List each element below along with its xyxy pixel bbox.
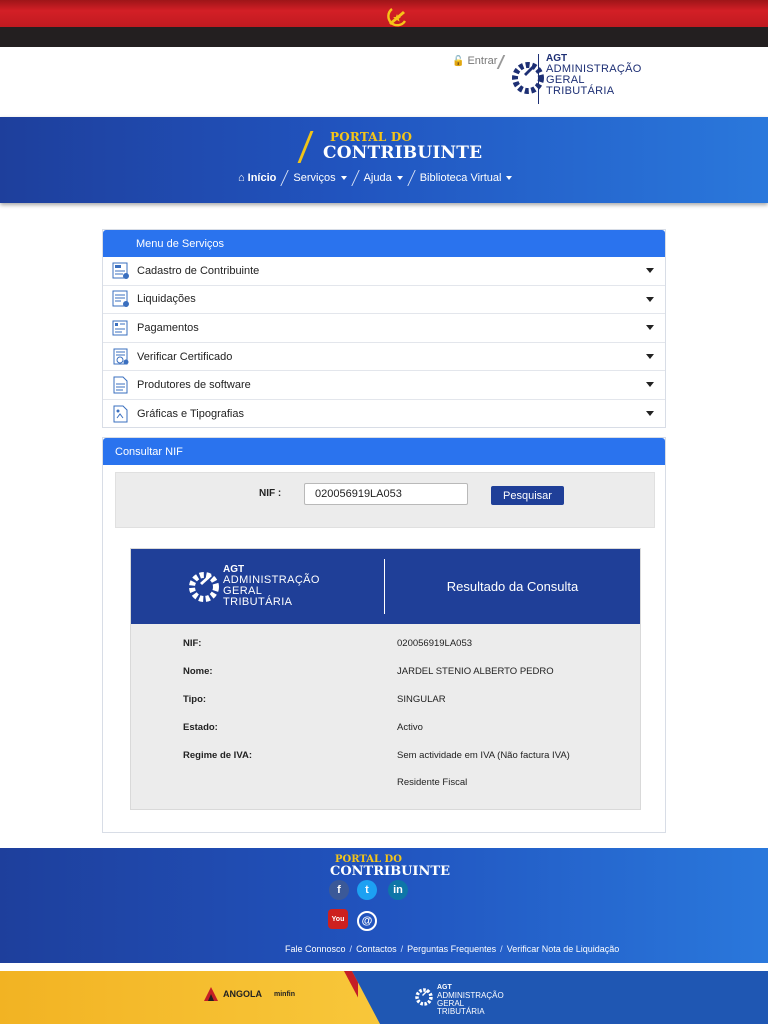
twitter-icon[interactable]: t (357, 880, 377, 900)
menu-item-label: Verificar Certificado (137, 350, 233, 363)
menu-item-label: Gráficas e Tipografias (137, 408, 244, 421)
result-key: Regime de IVA: (183, 750, 252, 761)
menu-item-verificar-certificado[interactable]: Verificar Certificado (103, 343, 665, 372)
menu-item-produtores-software[interactable]: Produtores de software (103, 371, 665, 400)
agt-logo-text: AGT ADMINISTRAÇÃO GERAL TRIBUTÁRIA (546, 53, 642, 97)
bottom-agt-text: AGT ADMINISTRAÇÃO GERAL TRIBUTÁRIA (437, 984, 504, 1016)
flag-banner (0, 0, 768, 47)
menu-item-label: Liquidações (137, 293, 196, 306)
nif-search-box: NIF : Pesquisar (115, 472, 655, 528)
nav-biblioteca-label: Biblioteca Virtual (419, 172, 502, 184)
portal-contribuinte-title: CONTRIBUINTE (323, 143, 483, 163)
result-header: AGT ADMINISTRAÇÃO GERAL TRIBUTÁRIA Resul… (131, 549, 640, 624)
agt-line3: TRIBUTÁRIA (546, 85, 615, 97)
nav-ajuda-label: Ajuda (363, 172, 392, 184)
agt-gear-logo-icon (415, 988, 433, 1006)
chevron-down-icon (646, 353, 654, 359)
result-key: NIF: (183, 638, 202, 649)
angola-label: ANGOLA (223, 989, 262, 999)
bottom-yellow-band (0, 971, 380, 1024)
chevron-down-icon (646, 382, 654, 388)
chevron-down-icon (646, 296, 654, 302)
portal-do-title: PORTAL DO (330, 130, 413, 144)
logo-divider (538, 54, 539, 104)
footer-links: Fale Connosco / Contactos / Perguntas Fr… (285, 944, 619, 954)
search-button[interactable]: Pesquisar (491, 486, 564, 505)
facebook-icon[interactable]: f (329, 880, 349, 900)
angola-emblem-icon (387, 8, 407, 27)
result-value: Sem actividade em IVA (Não factura IVA) (397, 750, 570, 761)
youtube-icon[interactable]: You (328, 909, 348, 929)
nav-servicos[interactable]: Serviços (287, 170, 352, 186)
chevron-down-icon (646, 410, 654, 416)
nav-servicos-label: Serviços (293, 172, 336, 184)
footer-link-perguntas[interactable]: Perguntas Frequentes (407, 944, 496, 954)
payment-icon (112, 320, 128, 336)
main-nav: ⌂ Início Serviços Ajuda Biblioteca Virtu… (232, 170, 518, 186)
agt-gear-logo-icon (512, 62, 544, 94)
result-value: 020056919LA053 (397, 638, 473, 649)
menu-item-label: Cadastro de Contribuinte (137, 264, 260, 277)
result-card: AGT ADMINISTRAÇÃO GERAL TRIBUTÁRIA Resul… (130, 548, 641, 810)
agt-gear-logo-icon (189, 572, 219, 602)
result-value: SINGULAR (397, 694, 446, 705)
web-icon[interactable]: @ (357, 911, 377, 931)
caret-down-icon (340, 176, 347, 180)
result-agt-text: AGT ADMINISTRAÇÃO GERAL TRIBUTÁRIA (223, 564, 320, 608)
governo-angola-logo: ANGOLA (203, 987, 262, 1001)
nav-ajuda[interactable]: Ajuda (358, 170, 409, 186)
login-label: Entrar (467, 55, 498, 67)
result-key: Nome: (183, 666, 213, 677)
nif-input[interactable] (304, 483, 468, 505)
services-menu-title: Menu de Serviços (103, 230, 665, 257)
menu-item-label: Pagamentos (137, 321, 199, 334)
nav-inicio[interactable]: ⌂ Início (232, 170, 282, 186)
result-key: Estado: (183, 722, 218, 733)
consultar-nif-panel: Consultar NIF NIF : Pesquisar AGT ADMINI… (102, 437, 666, 833)
nav-biblioteca[interactable]: Biblioteca Virtual (414, 170, 519, 186)
registry-icon (112, 262, 129, 279)
chevron-down-icon (646, 268, 654, 273)
unlock-icon: 🔓 (452, 55, 465, 67)
nif-label: NIF : (259, 488, 282, 499)
services-menu-panel: Menu de Serviços Cadastro de Contribuint… (102, 229, 666, 428)
print-icon (113, 405, 128, 423)
footer-link-separator: / (400, 944, 404, 954)
certificate-icon (113, 348, 129, 365)
footer-link-verificar-nota[interactable]: Verificar Nota de Liquidação (507, 944, 620, 954)
footer-link-separator: / (349, 944, 353, 954)
agt-line3: TRIBUTÁRIA (223, 596, 293, 608)
consultar-nif-title: Consultar NIF (103, 438, 665, 465)
result-value: Residente Fiscal (397, 777, 468, 788)
result-value: Activo (397, 722, 423, 733)
result-key: Tipo: (183, 694, 207, 705)
caret-down-icon (506, 176, 513, 180)
angola-a-icon (204, 987, 218, 1001)
agt-line3: TRIBUTÁRIA (437, 1007, 485, 1016)
menu-item-pagamentos[interactable]: Pagamentos (103, 314, 665, 343)
minfin-logo: minfin (274, 991, 295, 998)
caret-down-icon (396, 176, 403, 180)
home-icon: ⌂ (238, 172, 245, 184)
footer-link-fale-connosco[interactable]: Fale Connosco (285, 944, 346, 954)
nav-inicio-label: Início (247, 172, 277, 184)
menu-item-label: Produtores de software (137, 379, 251, 392)
login-link[interactable]: 🔓 Entrar (452, 55, 497, 67)
footer-link-separator: / (500, 944, 503, 954)
menu-item-graficas[interactable]: Gráficas e Tipografias (103, 400, 665, 429)
linkedin-icon[interactable]: in (388, 880, 408, 900)
menu-item-liquidacoes[interactable]: Liquidações (103, 286, 665, 315)
chevron-down-icon (646, 325, 654, 331)
footer-link-contactos[interactable]: Contactos (356, 944, 397, 954)
software-icon (113, 376, 128, 394)
footer-contribuinte: CONTRIBUINTE (330, 864, 450, 879)
result-title: Resultado da Consulta (446, 579, 579, 594)
top-bar (0, 47, 768, 117)
invoice-icon (112, 290, 129, 308)
result-value: JARDEL STENIO ALBERTO PEDRO (397, 666, 554, 677)
menu-item-cadastro[interactable]: Cadastro de Contribuinte (103, 257, 665, 286)
